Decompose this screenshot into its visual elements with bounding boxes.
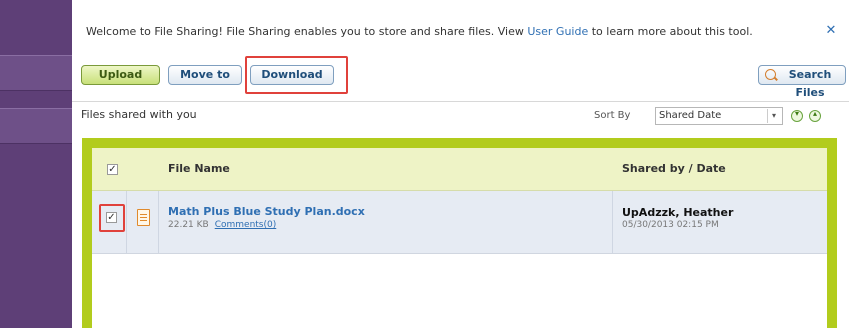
document-icon [137,209,150,226]
shared-date: 05/30/2013 02:15 PM [622,220,719,230]
table-header: ✓ File Name Shared by / Date [92,148,827,191]
chevron-down-icon: ▾ [794,109,799,118]
rail-item-1[interactable] [0,55,72,91]
files-table-frame: ✓ File Name Shared by / Date ✓ Math Plus… [82,138,837,328]
left-rail [0,0,72,328]
search-files-label: Search Files [788,68,832,99]
column-header-file-name[interactable]: File Name [168,162,230,175]
table-row[interactable]: ✓ Math Plus Blue Study Plan.docx 22.21 K… [92,191,827,254]
file-sharing-panel: Welcome to File Sharing! File Sharing en… [72,0,849,328]
column-header-shared-by[interactable]: Shared by / Date [622,162,726,175]
sort-ascending-button[interactable]: ▴ [809,109,821,122]
file-size: 22.21 KB [168,220,209,230]
divider [72,101,849,102]
select-all-checkbox[interactable]: ✓ [107,164,118,175]
shared-by-name: UpAdzzk, Heather [622,206,734,219]
move-to-button[interactable]: Move to [168,65,242,85]
rail-item-2[interactable] [0,108,72,144]
upload-button[interactable]: Upload [81,65,160,85]
chevron-up-icon: ▴ [812,109,817,118]
close-icon[interactable]: ✕ [824,24,838,38]
sort-by-label: Sort By [594,110,631,121]
files-table: ✓ File Name Shared by / Date ✓ Math Plus… [92,148,827,328]
welcome-message: Welcome to File Sharing! File Sharing en… [86,20,846,44]
checkbox-highlight-box [99,204,125,232]
cell-divider [158,191,159,253]
download-button[interactable]: Download [250,65,334,85]
file-name-link[interactable]: Math Plus Blue Study Plan.docx [168,205,365,218]
comments-link[interactable]: Comments(0) [215,220,277,230]
chevron-down-icon: ▾ [767,109,780,123]
sort-select[interactable]: Shared Date ▾ [655,107,783,125]
file-meta: 22.21 KB Comments(0) [168,220,276,230]
cell-divider [126,191,127,253]
sort-descending-button[interactable]: ▾ [791,109,803,122]
user-guide-link[interactable]: User Guide [527,25,588,38]
search-files-button[interactable]: Search Files [758,65,846,99]
search-icon [765,69,776,80]
cell-divider [612,191,613,253]
sort-select-value: Shared Date [659,110,722,121]
section-title: Files shared with you [81,108,197,121]
welcome-text-after: to learn more about this tool. [588,25,753,38]
welcome-text-before: Welcome to File Sharing! File Sharing en… [86,25,528,38]
